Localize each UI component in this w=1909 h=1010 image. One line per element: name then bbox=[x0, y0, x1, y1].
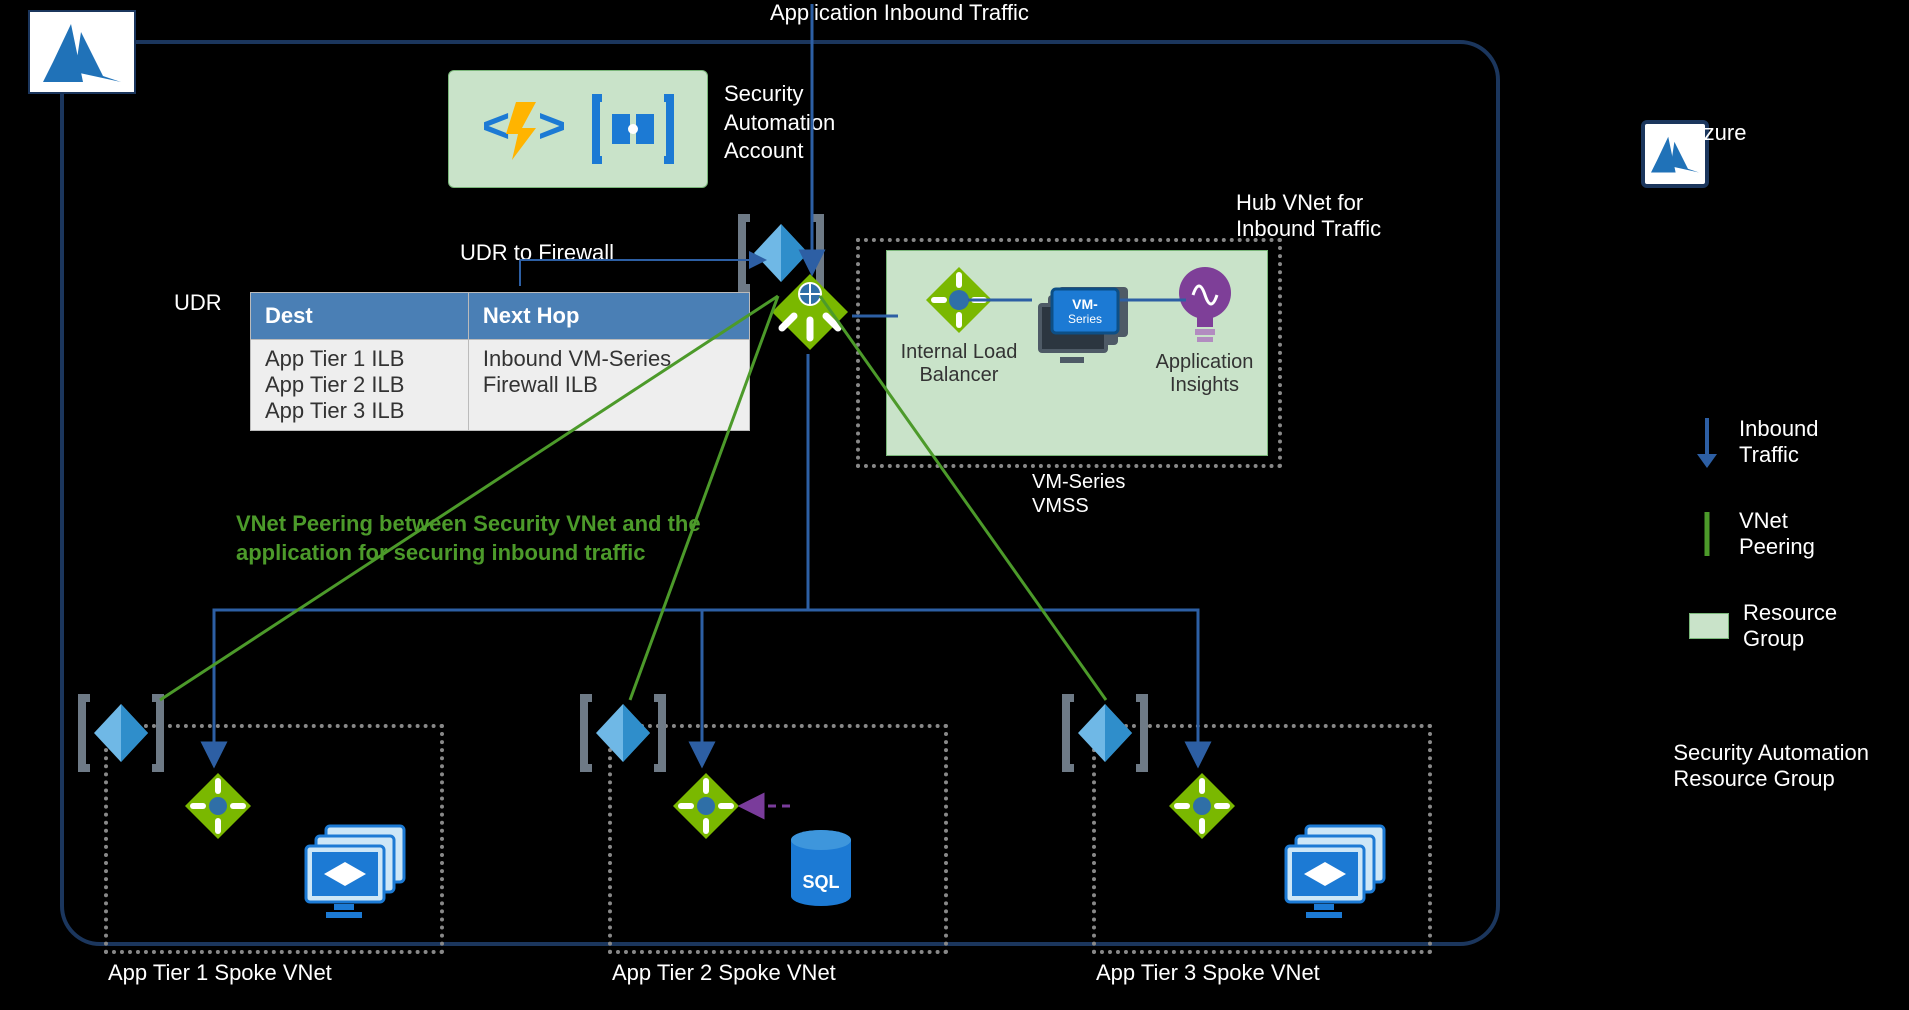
legend-rg-label: Resource Group bbox=[1743, 600, 1837, 652]
legend-rg: Resource Group bbox=[1689, 600, 1869, 652]
connector-lines bbox=[0, 0, 1909, 1010]
automation-stack-label: Security Automation Resource Group bbox=[1673, 740, 1869, 792]
line-icon bbox=[1689, 508, 1725, 560]
legend-peering: VNet Peering bbox=[1689, 508, 1869, 560]
arrow-down-icon bbox=[1689, 416, 1725, 468]
legend-peering-label: VNet Peering bbox=[1739, 508, 1815, 560]
resource-group-swatch-icon bbox=[1689, 613, 1729, 639]
diagram-stage: Application Inbound Traffic Hub VNet for… bbox=[0, 0, 1909, 1010]
legend: Azure Inbound Traffic VNet Peering Resou… bbox=[1689, 120, 1869, 652]
legend-inbound-label: Inbound Traffic bbox=[1739, 416, 1819, 468]
legend-azure: Azure bbox=[1689, 120, 1869, 146]
legend-inbound: Inbound Traffic bbox=[1689, 416, 1869, 468]
legend-azure-label: Azure bbox=[1689, 120, 1746, 146]
